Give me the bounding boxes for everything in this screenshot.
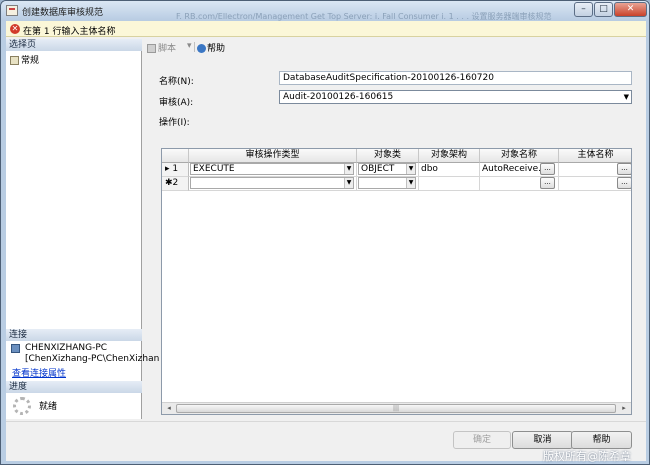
object-name-cell[interactable]: ... [480,177,559,191]
error-message: 在第 1 行输入主体名称 [23,27,116,37]
script-icon [147,44,156,53]
script-button[interactable]: 脚本 [147,41,176,54]
principal-name-cell[interactable]: ... [559,177,631,191]
column-header-action-type[interactable]: 审核操作类型 [189,149,357,163]
object-name-value: AutoReceive... [482,164,547,174]
title-bar[interactable]: 创建数据库审核规范 F. RB.com/Ellectron/Management… [1,1,649,21]
action-type-value: EXECUTE [193,164,235,174]
general-page: 名称(N): DatabaseAuditSpecification-201001… [144,56,644,419]
chevron-down-icon: ▼ [406,164,415,174]
left-pane: 选择页 常规 连接 CHENXIZHANG-PC [ChenXizhang-PC… [6,39,159,419]
column-header-object-schema[interactable]: 对象架构 [419,149,480,163]
table-cell: OBJECT ▼ [357,163,419,177]
row-marker[interactable]: ✱2 [162,177,189,191]
table-cell: ▼ [189,177,357,191]
action-type-select[interactable]: EXECUTE ▼ [190,163,354,175]
action-type-select[interactable]: ▼ [190,177,354,189]
chevron-down-icon: ▼ [344,178,353,188]
object-class-select[interactable]: ▼ [358,177,416,189]
chevron-down-icon: ▼ [623,93,629,101]
maximize-button[interactable]: □ [594,2,613,17]
scroll-thumb[interactable]: ||| [176,404,616,413]
object-schema-cell[interactable]: dbo [419,163,480,177]
connection-user: [ChenXizhang-PC\ChenXizhan [25,354,160,364]
principal-name-cell[interactable]: ... [559,163,631,177]
actions-grid: 审核操作类型 对象类 对象架构 对象名称 主体名称 ▸ 1 EXECUTE ▼ O… [161,148,632,415]
table-cell: EXECUTE ▼ [189,163,357,177]
page-icon [10,56,19,65]
toolbar: 脚本 ▾ 帮助 [144,40,644,54]
object-name-browse-button[interactable]: ... [540,177,555,189]
name-field[interactable]: DatabaseAuditSpecification-20100126-1607… [279,71,632,85]
minimize-button[interactable]: – [574,2,593,17]
cancel-button[interactable]: 取消 [512,431,573,449]
object-name-cell[interactable]: AutoReceive... ... [480,163,559,177]
column-header-object-class[interactable]: 对象类 [357,149,419,163]
chevron-down-icon: ▼ [406,178,415,188]
principal-browse-button[interactable]: ... [617,177,631,189]
script-dropdown-icon[interactable]: ▾ [187,41,192,51]
help-toolbar-button[interactable]: 帮助 [197,41,225,54]
principal-browse-button[interactable]: ... [617,163,631,175]
ok-button[interactable]: 确定 [453,431,511,449]
scroll-left-icon[interactable]: ◂ [163,403,175,414]
page-item-general[interactable]: 常规 [10,53,39,66]
actions-label: 操作(I): [159,118,190,128]
audit-label: 审核(A): [159,98,194,108]
progress-status: 就绪 [39,402,58,412]
column-header-object-name[interactable]: 对象名称 [480,149,559,163]
page-item-label: 常规 [21,56,40,66]
horizontal-scrollbar[interactable]: ◂ ||| ▸ [162,402,631,414]
dialog-window: 创建数据库审核规范 F. RB.com/Ellectron/Management… [0,0,650,465]
name-label: 名称(N): [159,77,194,87]
progress-spinner-icon [13,397,31,415]
object-schema-cell[interactable] [419,177,480,191]
row-marker[interactable]: ▸ 1 [162,163,189,177]
help-label: 帮助 [207,44,226,54]
connection-header: 连接 [6,329,142,341]
close-button[interactable]: ✕ [614,2,647,17]
object-class-select[interactable]: OBJECT ▼ [358,163,416,175]
audit-select[interactable]: Audit-20100126-160615 ▼ [279,90,632,104]
column-header-principal-name[interactable]: 主体名称 [559,149,631,163]
watermark-text: 版权所有@陈希章 [543,450,631,463]
table-cell: ▼ [357,177,419,191]
toolbar-separator [194,42,195,52]
connection-server: CHENXIZHANG-PC [25,343,108,353]
object-class-value: OBJECT [361,164,395,174]
dialog-client: ✕ 在第 1 行输入主体名称 选择页 常规 连接 CHENXIZHANG-PC … [6,21,646,461]
view-connection-properties-link[interactable]: 查看连接属性 [12,366,66,379]
progress-header: 进度 [6,381,142,393]
scroll-right-icon[interactable]: ▸ [618,403,630,414]
help-icon [197,44,206,53]
object-name-browse-button[interactable]: ... [540,163,555,175]
error-icon: ✕ [10,24,20,34]
app-icon [6,5,18,16]
help-button[interactable]: 帮助 [571,431,632,449]
connection-icon [11,344,20,353]
error-banner: ✕ 在第 1 行输入主体名称 [6,21,646,37]
chevron-down-icon: ▼ [344,164,353,174]
audit-select-value: Audit-20100126-160615 [283,92,394,102]
pages-header: 选择页 [6,39,142,51]
script-label: 脚本 [158,44,177,54]
window-title: 创建数据库审核规范 [22,8,104,18]
grid-corner [162,149,189,163]
